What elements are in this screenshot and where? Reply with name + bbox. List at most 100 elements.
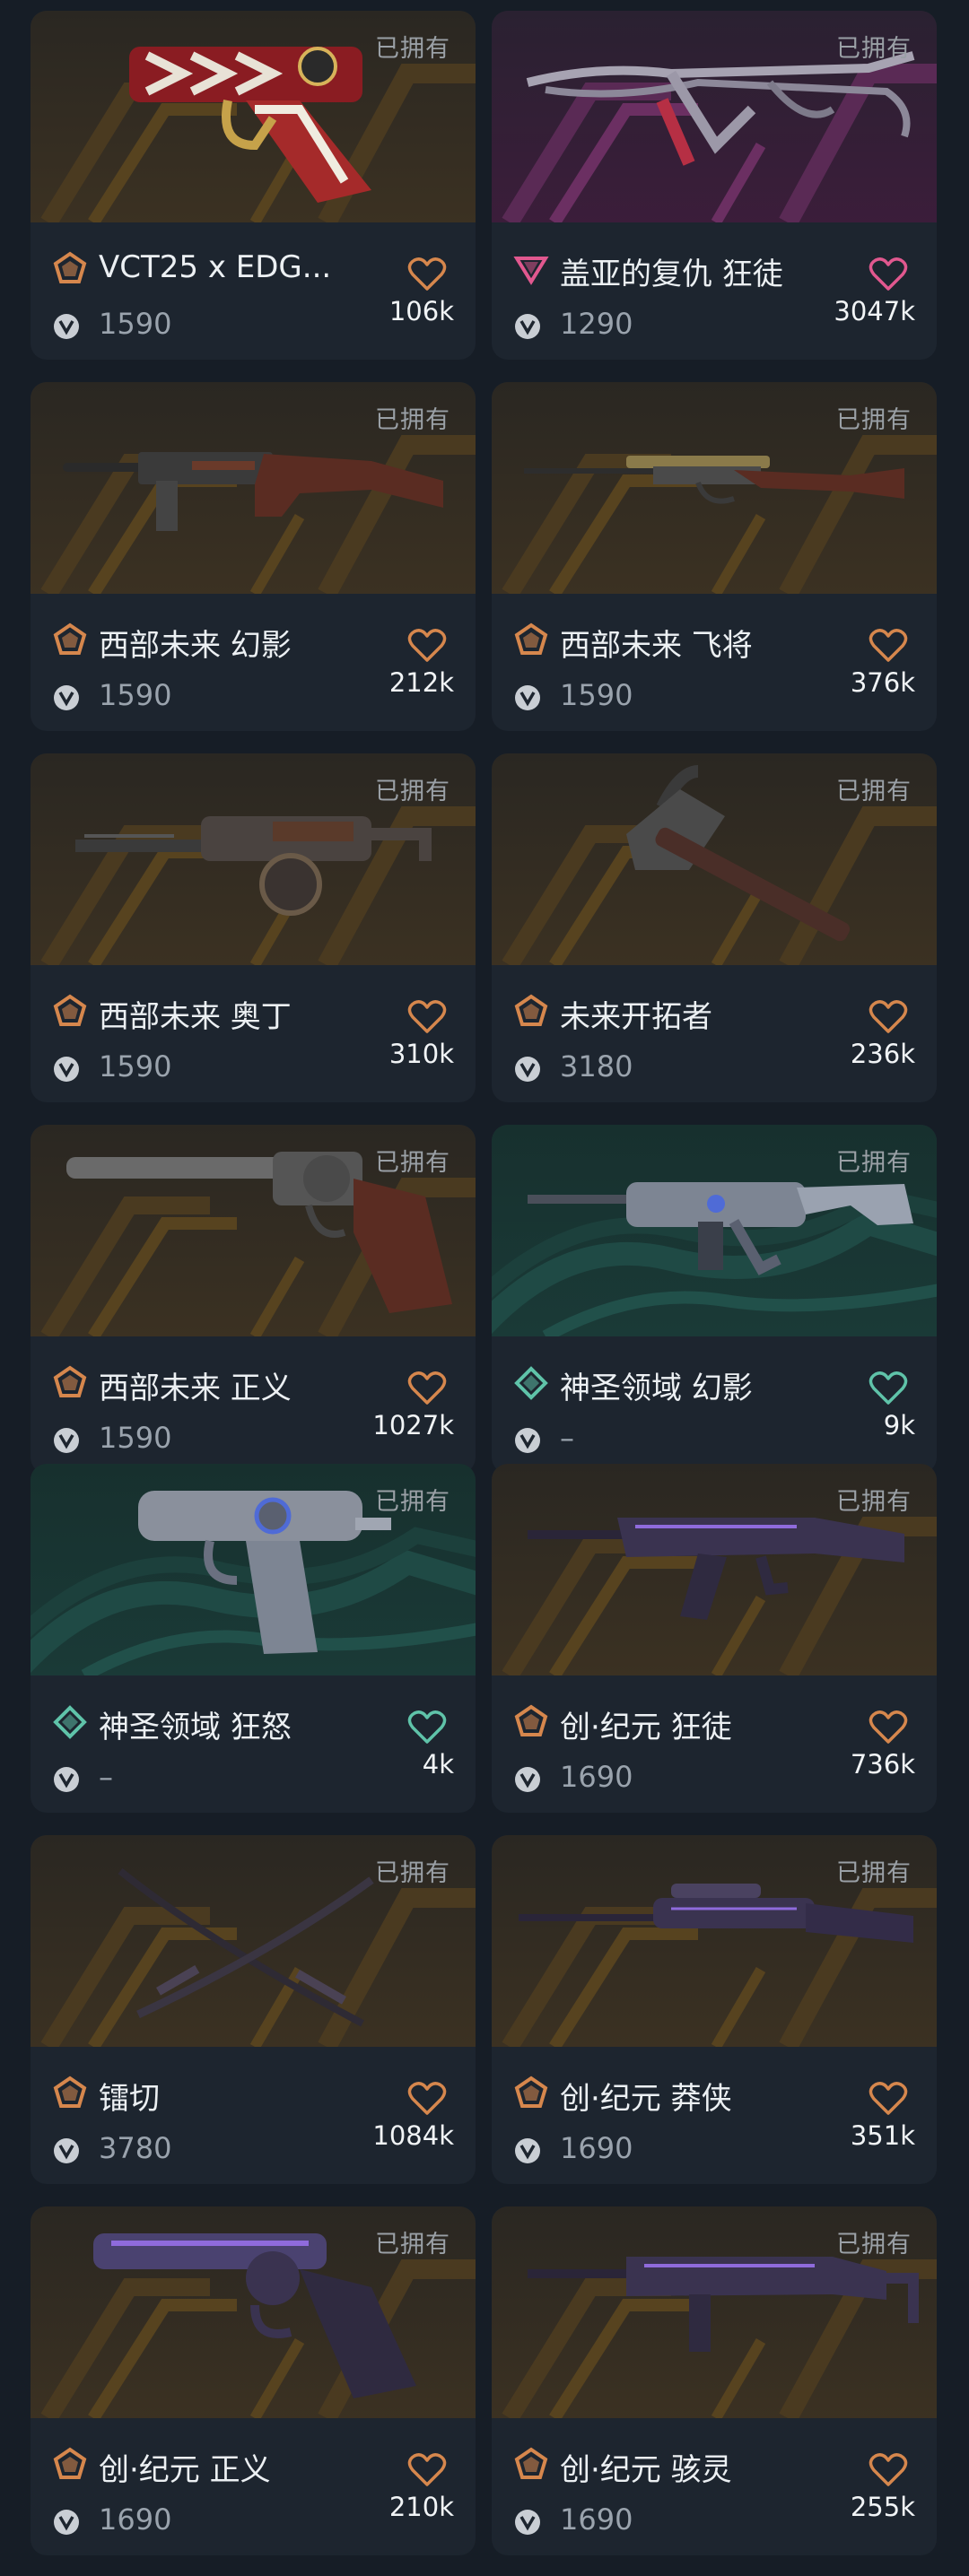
premium-tier-icon: [513, 994, 549, 1030]
premium-tier-icon: [52, 2447, 88, 2483]
skin-price: 1590: [560, 678, 633, 712]
owned-badge: 已拥有: [375, 406, 450, 434]
skin-grid: 已拥有 VCT25 x EDG... 1590 106k 已拥有 盖亚的复仇 狂徒 129…: [0, 0, 969, 2576]
premium-tier-icon: [52, 2076, 88, 2111]
owned-badge: 已拥有: [375, 1149, 450, 1177]
premium-tier-icon: [52, 1365, 88, 1401]
favorite-heart-icon[interactable]: [407, 2452, 447, 2488]
skin-card[interactable]: 已拥有 盖亚的复仇 狂徒 1290 3047k: [492, 11, 937, 360]
skin-name: 未来开拓者: [560, 999, 712, 1035]
favorite-heart-icon[interactable]: [407, 1710, 447, 1745]
skin-price: 1290: [560, 307, 633, 341]
owned-badge: 已拥有: [836, 406, 912, 434]
skin-card[interactable]: 已拥有西部未来 正义 1590 1027k: [31, 1125, 476, 1474]
valorant-points-icon: [513, 312, 542, 341]
valorant-points-icon: [52, 683, 81, 712]
valorant-points-icon: [52, 1765, 81, 1794]
skin-name: 盖亚的复仇 狂徒: [560, 257, 783, 292]
favorite-heart-icon[interactable]: [407, 257, 447, 292]
skin-card[interactable]: 已拥有 创·纪元 骇灵 1690 255k: [492, 2206, 937, 2555]
skin-name: 神圣领域 狂怒: [99, 1710, 292, 1745]
select-tier-icon: [513, 1365, 549, 1401]
premium-tier-icon: [52, 251, 88, 287]
skin-card[interactable]: 已拥有 创·纪元 狂徒 1690 736k: [492, 1464, 937, 1813]
skin-card[interactable]: 已拥有 VCT25 x EDG... 1590 106k: [31, 11, 476, 360]
favorite-heart-icon[interactable]: [407, 999, 447, 1035]
valorant-points-icon: [513, 2508, 542, 2537]
like-count: 236k: [850, 1039, 915, 1069]
skin-name: 神圣领域 幻影: [560, 1371, 753, 1406]
like-count: 210k: [388, 2492, 454, 2522]
skin-name: 西部未来 幻影: [99, 628, 292, 664]
skin-card[interactable]: 已拥有西部未来 幻影 1590 212k: [31, 382, 476, 731]
premium-tier-icon: [513, 2447, 549, 2483]
skin-card[interactable]: 已拥有 西部未来 奥丁 1590 310k: [31, 753, 476, 1102]
favorite-heart-icon[interactable]: [869, 257, 908, 292]
skin-price: –: [99, 1760, 113, 1794]
skin-card[interactable]: 已拥有 神圣领域 狂怒 – 4k: [31, 1464, 476, 1813]
valorant-points-icon: [52, 2508, 81, 2537]
skin-price: 1690: [560, 1760, 633, 1794]
favorite-heart-icon[interactable]: [869, 2081, 908, 2117]
owned-badge: 已拥有: [375, 1859, 450, 1887]
skin-price: 3180: [560, 1049, 633, 1083]
select-tier-icon: [52, 1704, 88, 1740]
valorant-points-icon: [513, 1055, 542, 1083]
premium-tier-icon: [513, 2076, 549, 2111]
skin-name: 西部未来 正义: [99, 1371, 292, 1406]
valorant-points-icon: [52, 312, 81, 341]
skin-price: 1690: [99, 2502, 172, 2537]
skin-price: 1590: [99, 678, 172, 712]
owned-badge: 已拥有: [375, 778, 450, 805]
skin-price: 1590: [99, 1421, 172, 1455]
valorant-points-icon: [513, 2137, 542, 2165]
skin-price: 3780: [99, 2131, 172, 2165]
favorite-heart-icon[interactable]: [869, 1710, 908, 1745]
like-count: 376k: [850, 667, 915, 698]
favorite-heart-icon[interactable]: [869, 2452, 908, 2488]
valorant-points-icon: [513, 1426, 542, 1455]
skin-name: 镭切: [99, 2081, 160, 2117]
skin-price: 1590: [99, 307, 172, 341]
like-count: 351k: [850, 2120, 915, 2151]
skin-name: 创·纪元 狂徒: [560, 1710, 732, 1745]
owned-badge: 已拥有: [836, 778, 912, 805]
like-count: 106k: [388, 296, 454, 326]
like-count: 1084k: [372, 2120, 454, 2151]
skin-card[interactable]: 已拥有镭切 3780 1084k: [31, 1835, 476, 2184]
valorant-points-icon: [513, 683, 542, 712]
skin-card[interactable]: 已拥有 西部未来 飞将 1590 376k: [492, 382, 937, 731]
skin-name: 创·纪元 骇灵: [560, 2452, 732, 2488]
skin-price: –: [560, 1421, 574, 1455]
exclusive-tier-icon: [513, 251, 549, 287]
valorant-points-icon: [513, 1765, 542, 1794]
like-count: 1027k: [372, 1410, 454, 1440]
like-count: 212k: [388, 667, 454, 698]
skin-card[interactable]: 已拥有 创·纪元 正义 1690 210k: [31, 2206, 476, 2555]
skin-card[interactable]: 已拥有未来开拓者 3180 236k: [492, 753, 937, 1102]
owned-badge: 已拥有: [375, 2231, 450, 2258]
favorite-heart-icon[interactable]: [869, 628, 908, 664]
owned-badge: 已拥有: [836, 35, 912, 63]
premium-tier-icon: [513, 1704, 549, 1740]
like-count: 9k: [883, 1410, 915, 1440]
skin-name: 西部未来 奥丁: [99, 999, 292, 1035]
favorite-heart-icon[interactable]: [869, 999, 908, 1035]
valorant-points-icon: [52, 1055, 81, 1083]
owned-badge: 已拥有: [836, 2231, 912, 2258]
skin-price: 1590: [99, 1049, 172, 1083]
valorant-points-icon: [52, 1426, 81, 1455]
favorite-heart-icon[interactable]: [869, 1371, 908, 1406]
skin-card[interactable]: 已拥有 创·纪元 莽侠 1690 351k: [492, 1835, 937, 2184]
skin-card[interactable]: 已拥有神圣领域 幻影 – 9k: [492, 1125, 937, 1474]
like-count: 736k: [850, 1749, 915, 1780]
owned-badge: 已拥有: [836, 1149, 912, 1177]
valorant-points-icon: [52, 2137, 81, 2165]
owned-badge: 已拥有: [375, 35, 450, 63]
favorite-heart-icon[interactable]: [407, 1371, 447, 1406]
favorite-heart-icon[interactable]: [407, 2081, 447, 2117]
skin-price: 1690: [560, 2131, 633, 2165]
skin-name: VCT25 x EDG...: [99, 249, 332, 285]
premium-tier-icon: [52, 622, 88, 658]
favorite-heart-icon[interactable]: [407, 628, 447, 664]
